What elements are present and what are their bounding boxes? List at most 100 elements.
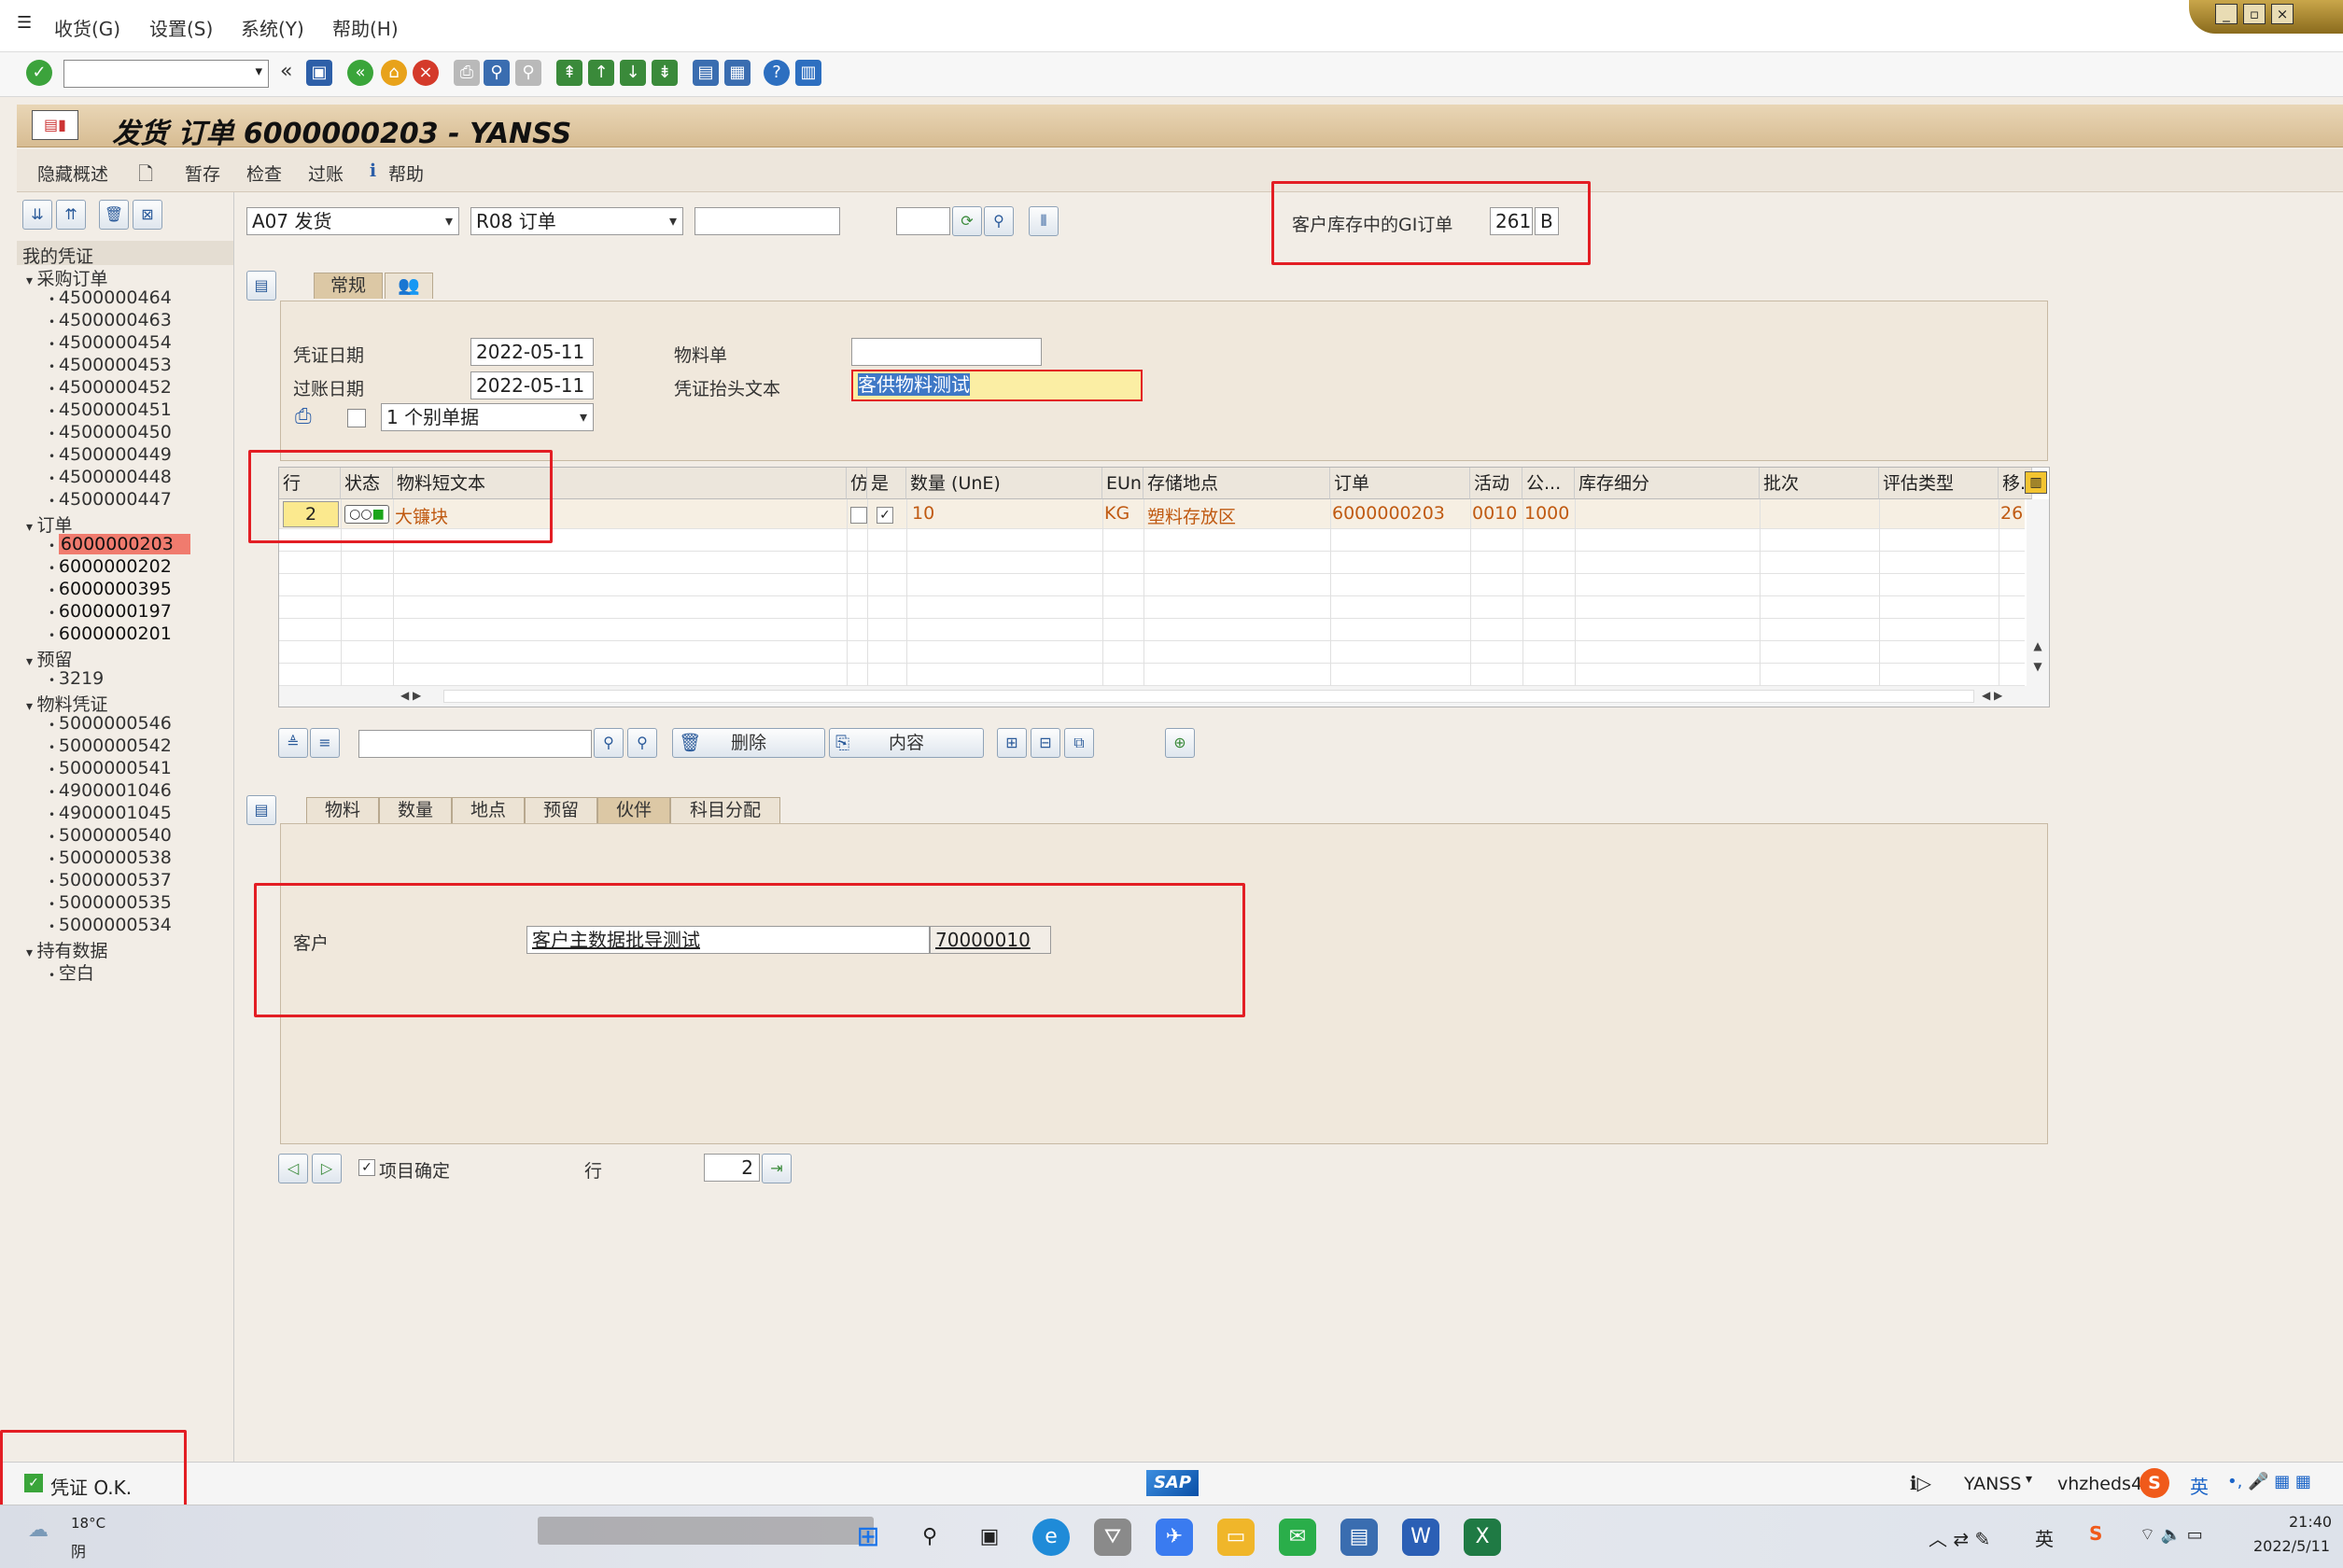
col-valuation-type[interactable]: 评估类型 [1879,468,1999,499]
print-checkbox[interactable] [347,409,366,427]
info-icon[interactable]: ℹ [370,161,376,181]
tab-account-assignment[interactable]: 科目分配 [670,797,780,823]
task-view-icon[interactable]: ▣ [971,1519,1008,1556]
copy-items-icon[interactable]: ⧉ [1064,728,1094,758]
tab-where[interactable]: 地点 [452,797,525,823]
execute-icon[interactable]: ⟳ [952,206,982,236]
find-icon[interactable]: ⚲ [484,60,510,86]
find-next-icon[interactable]: ⚲ [515,60,541,86]
tree-folder-orders[interactable]: ▾ 订单 [26,511,73,537]
close-button[interactable]: × [2271,4,2294,24]
taskbar-search-icon[interactable]: ⚲ [911,1519,948,1556]
explorer-icon[interactable]: ▭ [1217,1519,1255,1556]
tab-general[interactable]: 常规 [314,273,383,299]
first-page-icon[interactable]: ⇞ [556,60,582,86]
col-storage-location[interactable]: 存储地点 [1143,468,1330,499]
settings-icon[interactable]: ⦀ [1029,206,1059,236]
column-settings-icon[interactable]: ▥ [2025,471,2047,494]
clock-date[interactable]: 2022/5/11 [2253,1537,2330,1555]
empty-row[interactable] [279,552,2025,574]
wifi-volume-battery-icons[interactable]: ⌔ 🔈 ▭ [2140,1524,2203,1546]
delete-button[interactable]: 🗑 删除 [672,728,825,758]
expand-all-icon[interactable]: ⇊ [22,200,52,230]
empty-row[interactable] [279,596,2025,619]
hide-overview-button[interactable]: 隐藏概述 [37,161,108,186]
tree-item-material-doc[interactable]: • 5000000537 [49,870,172,890]
horizontal-scrollbar[interactable]: ◀ ▶ ◀ ▶ [279,686,2049,707]
empty-row[interactable] [279,619,2025,641]
col-order[interactable]: 订单 [1330,468,1470,499]
tray-ime[interactable]: 英 [2035,1524,2054,1551]
transaction-select[interactable]: A07 发货 [246,207,459,235]
tree-caret-icon[interactable]: ▾ [26,520,36,535]
tree-item-material-doc[interactable]: • 5000000541 [49,758,172,778]
tree-item-order[interactable]: • 6000000197 [49,601,172,622]
ref-item-input[interactable] [896,207,950,235]
menu-help[interactable]: 帮助(H) [332,14,399,41]
ime-mode[interactable]: 英 [2190,1472,2209,1499]
sap-gui-icon[interactable]: ▤ [1340,1519,1378,1556]
wechat-icon[interactable]: ✉ [1279,1519,1316,1556]
goto-line-icon[interactable]: ⇥ [762,1154,792,1183]
word-icon[interactable]: W [1402,1519,1439,1556]
expand-detail-icon[interactable]: ▤ [246,795,276,825]
help-icon[interactable]: ? [764,60,790,86]
tree-item-material-doc[interactable]: • 4900001045 [49,803,172,823]
delete-icon[interactable]: 🗑 [99,200,129,230]
tree-caret-icon[interactable]: ▾ [26,273,36,288]
menu-icon[interactable]: ☰ [17,13,32,33]
col-activity[interactable]: 活动 [1470,468,1522,499]
deselect-all-icon[interactable]: ≡ [310,728,340,758]
tab-partner-icon[interactable]: 👥 [385,273,433,299]
tree-folder-held-data[interactable]: ▾ 持有数据 [26,937,108,962]
edge-icon[interactable]: e [1032,1519,1070,1556]
status-user[interactable]: YANSS [1964,1474,2021,1494]
next-item-icon[interactable]: ▷ [312,1154,342,1183]
command-field[interactable]: ▾ [63,60,269,88]
collapse-all-icon[interactable]: ⇈ [56,200,86,230]
tree-item-po[interactable]: • 4500000464 [49,287,172,308]
tree-item-material-doc[interactable]: • 4900001046 [49,780,172,801]
select-all-icon[interactable]: ≜ [278,728,308,758]
tree-caret-icon[interactable]: ▾ [26,654,36,669]
tree-item-po[interactable]: • 4500000463 [49,310,172,330]
tree-caret-icon[interactable]: ▾ [26,699,36,714]
imitation-checkbox[interactable] [850,507,867,524]
menu-settings[interactable]: 设置(S) [149,14,213,41]
new-doc-icon[interactable]: 🗋 [138,161,153,192]
tray-icons[interactable]: ︿ ⇄ ✎ [1929,1524,1990,1551]
expand-items-icon[interactable]: ⊞ [997,728,1027,758]
prev-page-icon[interactable]: ↑ [588,60,614,86]
empty-row[interactable] [279,574,2025,596]
clock-time[interactable]: 21:40 [2289,1513,2332,1531]
weather-icon[interactable]: ☁ [28,1519,49,1542]
doc-date-field[interactable]: 2022-05-11 [470,338,594,366]
sap-logon-icon[interactable]: ⛛ [1094,1519,1131,1556]
grid-find-next-icon[interactable]: ⚲ [627,728,657,758]
collapse-icon[interactable]: « [280,60,292,83]
cancel-icon[interactable]: × [413,60,439,86]
tree-item-po[interactable]: • 4500000453 [49,355,172,375]
empty-row[interactable] [279,664,2025,686]
menu-system[interactable]: 系统(Y) [241,14,304,41]
post-button[interactable]: 过账 [308,161,344,186]
hierarchy-icon[interactable]: ⊟ [1031,728,1060,758]
tree-item-material-doc[interactable]: • 5000000540 [49,825,172,846]
tree-caret-icon[interactable]: ▾ [26,945,36,960]
grid-find-icon[interactable]: ⚲ [594,728,624,758]
feishu-icon[interactable]: ✈ [1156,1519,1193,1556]
tree-item-material-doc[interactable]: • 5000000535 [49,892,172,913]
save-icon[interactable]: ▣ [306,60,332,86]
tree-item-order[interactable]: • 6000000201 [49,623,172,644]
enter-check-icon[interactable]: ✓ [26,60,52,86]
menu-goods-receipt[interactable]: 收货(G) [54,14,120,41]
search-icon[interactable]: ⚲ [984,206,1014,236]
tree-item-po[interactable]: • 4500000447 [49,489,172,510]
tree-item-po[interactable]: • 4500000454 [49,332,172,353]
expand-header-icon[interactable]: ▤ [246,271,276,301]
col-stock-segment[interactable]: 库存细分 [1575,468,1760,499]
print-icon[interactable]: ⎙ [454,60,480,86]
col-imitation[interactable]: 仿 [847,468,867,499]
next-page-icon[interactable]: ↓ [620,60,646,86]
tree-item-material-doc[interactable]: • 5000000534 [49,915,172,935]
